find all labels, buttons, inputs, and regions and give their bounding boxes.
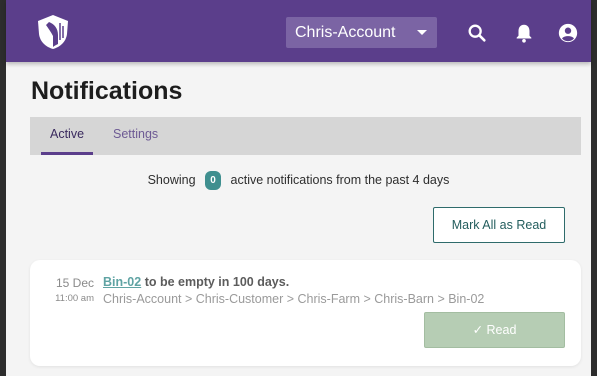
account-select[interactable]: Chris-Account	[286, 17, 437, 48]
app-frame: Chris-Account Notifications Active Setti…	[0, 0, 597, 376]
notification-summary: Showing 0 active notifications from the …	[6, 171, 591, 190]
notification-message: Bin-02 to be empty in 100 days.	[103, 275, 289, 289]
page-title: Notifications	[31, 77, 183, 105]
notification-card: 15 Dec 11:00 am Bin-02 to be empty in 10…	[30, 260, 581, 366]
tab-active[interactable]: Active	[41, 117, 94, 155]
chevron-down-icon	[417, 30, 427, 35]
notification-path: Chris-Account > Chris-Customer > Chris-F…	[103, 292, 485, 306]
shield-logo-icon[interactable]	[36, 14, 70, 50]
app-bar: Chris-Account	[6, 0, 591, 62]
notification-count-badge: 0	[205, 171, 222, 190]
bin-link[interactable]: Bin-02	[103, 275, 141, 289]
search-icon[interactable]	[466, 22, 488, 44]
account-circle-icon[interactable]	[557, 22, 579, 44]
notification-time: 11:00 am	[55, 293, 94, 304]
summary-prefix: Showing	[147, 172, 196, 187]
account-select-value: Chris-Account	[295, 24, 396, 41]
bell-icon[interactable]	[513, 22, 535, 44]
notification-date: 15 Dec	[55, 276, 94, 290]
read-button[interactable]: ✓ Read	[424, 312, 565, 348]
tab-settings[interactable]: Settings	[104, 117, 167, 155]
notification-message-text: to be empty in 100 days.	[144, 275, 290, 289]
mark-all-read-button[interactable]: Mark All as Read	[433, 207, 565, 243]
summary-suffix: active notifications from the past 4 day…	[230, 172, 450, 187]
tab-bar: Active Settings	[30, 117, 581, 155]
